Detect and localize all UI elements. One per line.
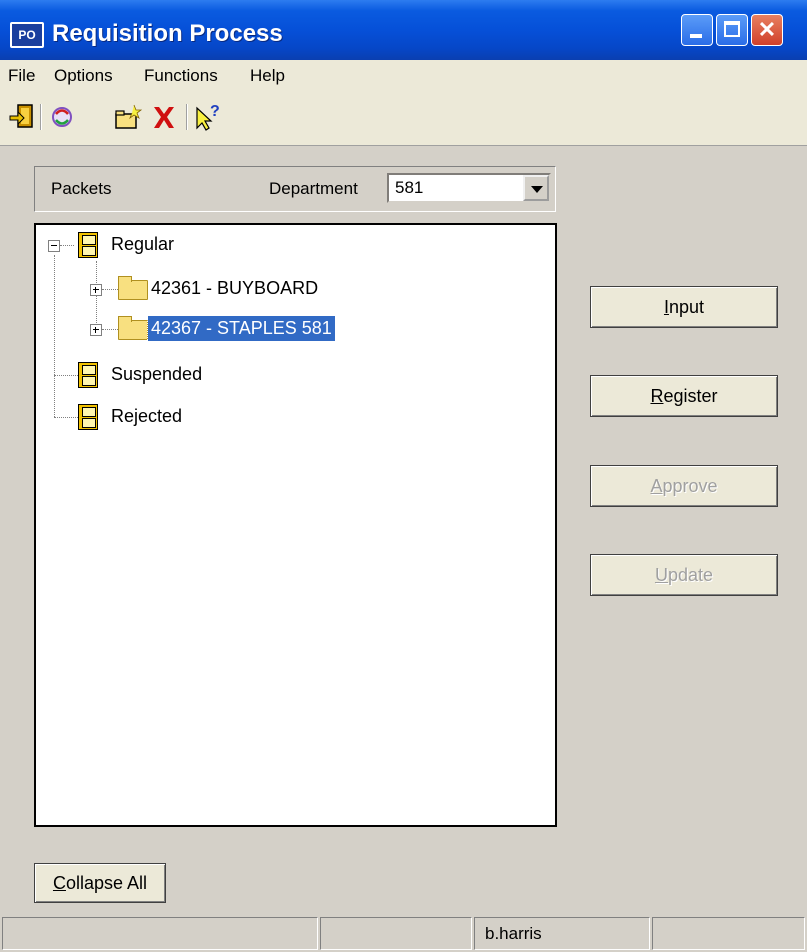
packets-label: Packets	[51, 179, 112, 198]
toolbar: ?	[0, 94, 807, 146]
toolbar-separator	[40, 104, 42, 130]
tree-node-rejected[interactable]: Rejected	[36, 400, 536, 434]
tree-node-packet-selected[interactable]: 42367 - STAPLES 581	[36, 312, 536, 346]
menu-file[interactable]: File	[8, 66, 35, 86]
menu-functions[interactable]: Functions	[144, 66, 218, 86]
status-pane	[652, 917, 805, 950]
help-icon[interactable]: ?	[194, 102, 222, 132]
app-icon: PO	[10, 22, 44, 48]
tree-node-label: Rejected	[111, 406, 183, 426]
menu-help[interactable]: Help	[250, 66, 285, 86]
collapse-toggle-icon[interactable]	[48, 240, 60, 252]
requisition-window: PO Requisition Process ✕ File Options Fu…	[0, 0, 807, 952]
maximize-button[interactable]	[716, 14, 748, 46]
tree-node-suspended[interactable]: Suspended	[36, 358, 536, 392]
minimize-button[interactable]	[681, 14, 713, 46]
department-value: 581	[395, 178, 424, 197]
refresh-icon[interactable]	[48, 102, 76, 132]
packets-tree[interactable]: Regular 42361 - BUYBOARD 42367 - STAPLES…	[34, 223, 557, 827]
close-icon: ✕	[757, 17, 777, 42]
cabinet-icon	[78, 404, 98, 430]
packets-header: Packets Department 581	[34, 166, 556, 212]
close-button[interactable]: ✕	[751, 14, 783, 46]
update-button[interactable]: Update	[590, 554, 778, 596]
cabinet-icon	[78, 232, 98, 258]
approve-button[interactable]: Approve	[590, 465, 778, 507]
expand-toggle-icon[interactable]	[90, 324, 102, 336]
exit-icon[interactable]	[8, 102, 36, 132]
title-bar[interactable]: PO Requisition Process ✕	[0, 0, 807, 60]
delete-icon[interactable]	[150, 102, 178, 132]
status-pane	[2, 917, 318, 950]
toolbar-separator	[186, 104, 188, 130]
tree-node-label: Regular	[111, 234, 175, 254]
status-pane	[320, 917, 472, 950]
cabinet-icon	[78, 362, 98, 388]
register-button[interactable]: Register	[590, 375, 778, 417]
folder-icon	[118, 276, 148, 300]
tree-node-regular[interactable]: Regular	[36, 228, 536, 262]
chevron-down-icon[interactable]	[523, 175, 549, 201]
collapse-all-button[interactable]: Collapse All	[34, 863, 166, 903]
department-select[interactable]: 581	[387, 173, 551, 203]
tree-node-label: 42367 - STAPLES 581	[147, 315, 336, 342]
svg-text:?: ?	[210, 103, 220, 120]
status-bar: b.harris	[0, 915, 807, 952]
status-pane-user: b.harris	[474, 917, 650, 950]
menu-bar: File Options Functions Help	[0, 60, 807, 94]
expand-toggle-icon[interactable]	[90, 284, 102, 296]
tree-node-label: 42361 - BUYBOARD	[151, 278, 319, 298]
menu-options[interactable]: Options	[54, 66, 113, 86]
tree-node-packet[interactable]: 42361 - BUYBOARD	[36, 272, 536, 306]
department-label: Department	[269, 179, 358, 198]
input-button[interactable]: Input	[590, 286, 778, 328]
tree-node-label: Suspended	[111, 364, 203, 384]
folder-icon	[118, 316, 148, 340]
window-title: Requisition Process	[52, 20, 283, 47]
open-folder-icon[interactable]	[114, 102, 143, 132]
